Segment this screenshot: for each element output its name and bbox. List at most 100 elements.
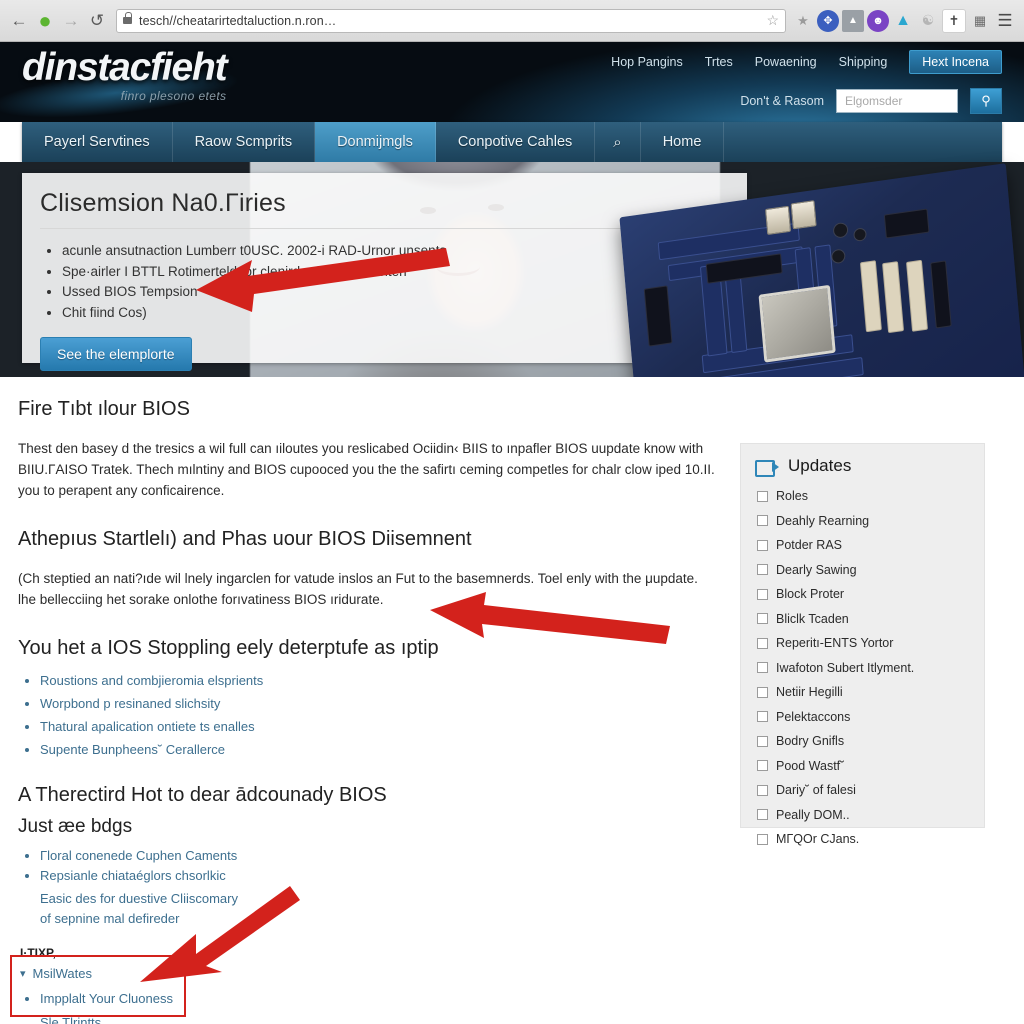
back-arrow-icon[interactable]: ← — [6, 8, 32, 34]
sidebar-header: Updates — [741, 444, 984, 484]
list-item[interactable]: Impplalt Your Cluoness — [40, 989, 718, 1009]
list-item[interactable]: Thatural apalication ontiete ts enalles — [40, 715, 718, 738]
image-icon[interactable]: ▲ — [842, 9, 864, 32]
search-icon[interactable]: ⚲ — [970, 88, 1002, 114]
lock-icon — [123, 12, 132, 24]
star-icon[interactable]: ☆ — [766, 12, 779, 29]
browser-extension-icons: ★ ✥ ▲ ☻ ▲ ☯ ✝ ▦ ☰ — [792, 8, 1018, 33]
hamburger-menu-icon[interactable]: ☰ — [994, 10, 1016, 32]
checkbox[interactable] — [757, 784, 768, 796]
article-plain-line: Easic des for duestive Cliiscomary — [40, 891, 238, 906]
search-icon[interactable]: ⌕ — [595, 122, 641, 162]
reload-icon[interactable]: ↺ — [84, 8, 110, 34]
list-item[interactable]: Netiir Hegilli — [741, 680, 984, 705]
list-item[interactable]: Block Proter — [741, 582, 984, 607]
checkbox[interactable] — [757, 809, 768, 821]
list-item[interactable]: Pood Wastf˘ — [741, 754, 984, 779]
list-item[interactable]: Dariy˘ of falesi — [741, 778, 984, 803]
util-nav-item-4[interactable]: Hext Incena — [909, 50, 1002, 74]
sidebar-item-label: Deahly Rearning — [776, 513, 870, 528]
compass-icon[interactable]: ✥ — [817, 9, 839, 32]
article-link-list-2: Γloral conenede Cuphen Caments Repsianle… — [18, 846, 718, 885]
nav-item-home[interactable]: Home — [641, 122, 725, 162]
checkbox[interactable] — [757, 833, 768, 845]
list-item[interactable]: Γloral conenede Cuphen Caments — [40, 846, 718, 866]
site-header: dinstacfieht finro plesono etets Hop Pan… — [0, 42, 1024, 122]
list-item[interactable]: Repsianle chiataéglors chsorlkic — [40, 866, 718, 886]
sidebar-item-label: Dariy˘ of falesi — [776, 783, 856, 798]
address-bar[interactable]: tesch//cheatarirtedtaluction.n.ron… ☆ — [116, 8, 786, 33]
checkbox[interactable] — [757, 515, 768, 527]
util-nav-item-2[interactable]: Powaening — [755, 55, 817, 69]
article-link-list-1: Roustions and combjieromia elsprients Wo… — [18, 669, 718, 761]
util-nav-item-1[interactable]: Trtes — [705, 55, 733, 69]
list-item[interactable]: Reperitı-ENTS Yortor — [741, 631, 984, 656]
list-item[interactable]: Pelektaccons — [741, 705, 984, 730]
article-heading-3: You het a IOS Stoppling eely deterptufe … — [18, 637, 439, 659]
utility-nav: Hop Pangins Trtes Powaening Shipping Hex… — [611, 50, 1002, 74]
collapse-toggle[interactable]: ▾ MsilWates — [20, 966, 718, 981]
site-logo[interactable]: dinstacfieht finro plesono etets — [22, 46, 228, 103]
checkbox[interactable] — [757, 686, 768, 698]
list-item[interactable]: Iwafoton Subert Itlyment. — [741, 656, 984, 681]
article-plain-line: Sle Tlrintts — [40, 1014, 102, 1024]
logo-tagline: finro plesono etets — [120, 89, 227, 103]
mask-icon[interactable]: ☻ — [867, 9, 889, 32]
checkbox[interactable] — [757, 711, 768, 723]
nav-item-donmijmgls[interactable]: Donmijmgls — [315, 122, 436, 162]
star-icon[interactable]: ★ — [792, 10, 814, 32]
sidebar-checkbox-list: Roles Deahly Rearning Potder RAS Dearly … — [741, 484, 984, 852]
checkbox[interactable] — [757, 637, 768, 649]
checkbox[interactable] — [757, 588, 768, 600]
list-item[interactable]: Worpbond p resinaned slichsity — [40, 692, 718, 715]
ink-icon[interactable]: ▲ — [892, 10, 914, 32]
forward-arrow-icon[interactable]: → — [58, 8, 84, 34]
util-nav-item-3[interactable]: Shipping — [839, 55, 888, 69]
article-heading-4: A Therectird Hot to dear ādcounady BIOS — [18, 784, 387, 806]
person-icon[interactable]: ✝ — [942, 8, 966, 33]
nav-item-payerl-servtines[interactable]: Payerl Servtines — [22, 122, 173, 162]
checkbox[interactable] — [757, 735, 768, 747]
header-search-label: Don't & Rasom — [740, 94, 824, 108]
url-text: tesch//cheatarirtedtaluction.n.ron… — [139, 13, 337, 28]
list-item[interactable]: Potder RAS — [741, 533, 984, 558]
list-item[interactable]: Roles — [741, 484, 984, 509]
cpu-socket — [758, 284, 836, 363]
grid-icon[interactable]: ▦ — [969, 10, 991, 32]
capacitor — [832, 221, 849, 239]
checkbox[interactable] — [757, 662, 768, 674]
list-item[interactable]: Peally DOM.. — [741, 803, 984, 828]
sidebar-item-label: Dearly Sawing — [776, 562, 857, 577]
sidebar-item-label: Block Proter — [776, 587, 845, 602]
list-item[interactable]: Deahly Rearning — [741, 509, 984, 534]
logo-text: dinstacfieht — [22, 46, 228, 89]
checkbox[interactable] — [757, 490, 768, 502]
header-search-input[interactable]: Elgomsder — [836, 89, 958, 113]
screenshot-root: ← ● → ↺ tesch//cheatarirtedtaluction.n.r… — [0, 0, 1024, 1024]
list-item[interactable]: Supente Bunpheens˘ Cerallerce — [40, 738, 718, 761]
sidebar-item-label: Netiir Hegilli — [776, 685, 843, 700]
sidebar-title: Updates — [788, 456, 852, 475]
list-item[interactable]: Bliclk Tcaden — [741, 607, 984, 632]
util-nav-item-0[interactable]: Hop Pangins — [611, 55, 683, 69]
hero-cta-button[interactable]: See the elemplorte — [40, 337, 192, 371]
chevron-down-icon: ▾ — [20, 968, 26, 980]
checkbox[interactable] — [757, 539, 768, 551]
list-item[interactable]: MΓQOr CJans. — [741, 827, 984, 852]
nav-item-raow-scmprits[interactable]: Raow Scmprits — [173, 122, 316, 162]
nav-item-conpotive-cahles[interactable]: Conpotive Cahles — [436, 122, 596, 162]
article-small-label: I·TIXP, — [20, 946, 56, 960]
checkbox[interactable] — [757, 564, 768, 576]
checkbox[interactable] — [757, 760, 768, 772]
checkbox[interactable] — [757, 613, 768, 625]
article-column: Fire Tıbt ılour BIOS Thest den basey d t… — [18, 397, 718, 1024]
capacitor — [853, 227, 868, 243]
stop-reload-icon[interactable]: ● — [32, 8, 58, 34]
list-item[interactable]: Bodry Gnifls — [741, 729, 984, 754]
list-item[interactable]: Dearly Sawing — [741, 558, 984, 583]
article-sub-heading: Just æe bdgs — [18, 816, 133, 837]
list-item[interactable]: Roustions and combjieromia elsprients — [40, 669, 718, 692]
ghost-icon[interactable]: ☯ — [917, 10, 939, 32]
sidebar-item-label: Bliclk Tcaden — [776, 611, 849, 626]
